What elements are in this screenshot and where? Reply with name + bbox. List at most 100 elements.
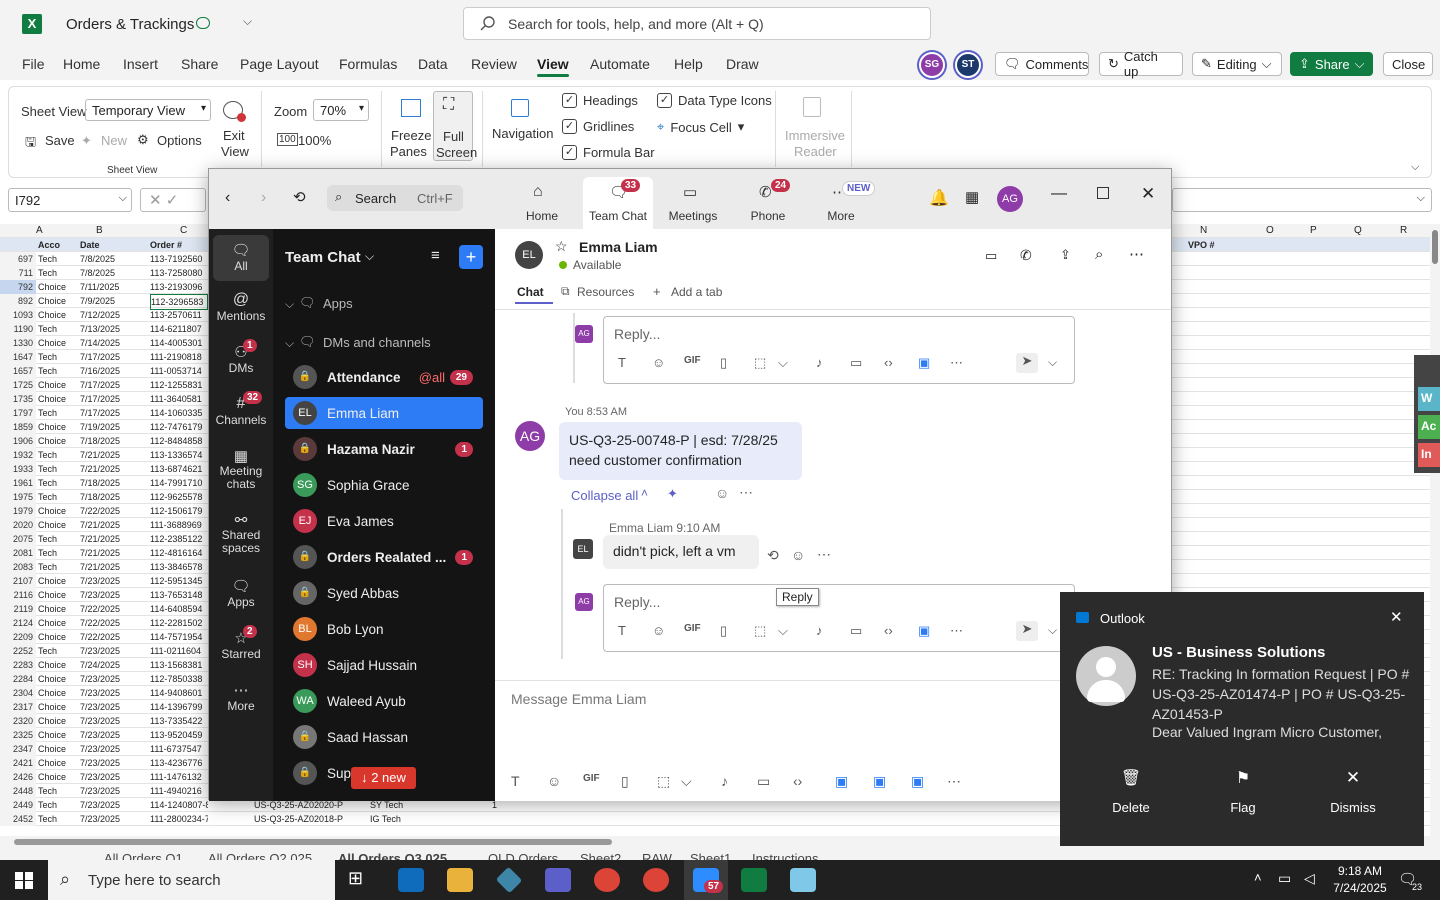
format-icon[interactable]: T [618,623,626,638]
chat-list-item[interactable]: EL Emma Liam [285,397,483,429]
table-cell[interactable]: 112-9625578 [150,490,208,504]
table-cell[interactable]: 7/21/2025 [80,546,146,560]
screen-share-icon[interactable]: ⇪ [1060,247,1071,263]
reply-icon[interactable]: ⟲ [767,547,779,564]
table-cell[interactable]: 113-1568381 [150,658,208,672]
name-box[interactable]: I792 ⌵ [8,188,132,212]
table-cell[interactable]: Choice [38,392,78,406]
table-cell[interactable]: 112-1506179 [150,504,208,518]
table-cell[interactable]: 7/22/2025 [80,616,146,630]
close-button[interactable]: Close [1383,52,1433,76]
bell-icon[interactable]: 🔔 [929,188,949,208]
table-cell[interactable]: 111-0053714 [150,364,208,378]
more-dots-icon[interactable]: ⋯ [1129,245,1144,263]
formula-bar-checkbox[interactable]: ✓ Formula Bar [562,145,655,160]
catch-up-button[interactable]: ↻ Catch up [1099,49,1183,79]
table-cell[interactable]: 7/23/2025 [80,756,146,770]
menu-help[interactable]: Help [674,56,703,72]
exit-view-label[interactable]: Exit [223,128,245,143]
sheet-tab[interactable]: All Orders Q1 [104,851,183,860]
table-cell[interactable]: 7/23/2025 [80,812,146,826]
options-button[interactable]: Options [157,133,202,148]
table-cell[interactable]: 7/23/2025 [80,672,146,686]
send-icon[interactable]: ➤ [1016,621,1038,641]
outlook-app-icon[interactable] [398,868,424,892]
table-cell[interactable]: 113-2193096 [150,280,208,294]
close-icon[interactable]: ✕ [1390,608,1403,626]
table-cell[interactable]: 7/21/2025 [80,532,146,546]
data-type-icons-checkbox[interactable]: ✓ Data Type Icons [657,93,772,108]
flag-button[interactable]: ⚑ Flag [1210,768,1276,815]
column-header[interactable]: P [1310,224,1317,238]
sheet-tab[interactable]: Sheet2 [580,851,621,860]
gif-icon[interactable]: GIF [583,773,600,784]
table-cell[interactable]: Choice [38,686,78,700]
new-messages-pill[interactable]: ↓ 2 new [351,767,416,789]
column-header[interactable]: A [36,224,43,238]
sparkle-icon[interactable]: ✦ [667,486,678,502]
table-cell[interactable]: 7/16/2025 [80,364,146,378]
column-header[interactable]: B [96,224,103,238]
screenshot-icon[interactable]: ⬚ [754,355,766,371]
volume-icon[interactable]: ◁ [1304,870,1315,887]
rail-channels[interactable]: #32 Channels [213,391,269,427]
table-cell[interactable]: 7/23/2025 [80,728,146,742]
more-dots-icon[interactable]: ⋯ [950,623,963,639]
delete-button[interactable]: 🗑 Delete [1098,768,1164,815]
clock-time[interactable]: 9:18 AM [1332,864,1388,878]
chevron-down-icon[interactable]: ⌵ [778,623,788,639]
table-cell[interactable]: Choice [38,602,78,616]
table-cell[interactable]: Choice [38,518,78,532]
network-icon[interactable]: ▭ [1278,870,1291,887]
sheet-tab[interactable]: Sheet1 [690,851,731,860]
table-cell[interactable]: 112-4816164 [150,546,208,560]
table-cell[interactable]: Tech [38,322,78,336]
comments-button[interactable]: 🗨 Comments [995,52,1089,76]
video-clip-icon[interactable]: ▭ [757,773,770,790]
chat-list-item[interactable]: SH Sajjad Hussain [285,649,483,681]
chrome-icon[interactable] [643,868,669,892]
menu-review[interactable]: Review [471,56,517,72]
table-cell[interactable]: 114-4005301 [150,336,208,350]
table-cell[interactable]: Choice [38,308,78,322]
excel-app-icon[interactable] [741,868,767,892]
table-cell[interactable]: 7/23/2025 [80,644,146,658]
windows-start-icon[interactable] [15,872,33,889]
video-call-icon[interactable]: ▭ [985,248,997,264]
rail-all[interactable]: 🗨 All [213,235,269,281]
column-header[interactable]: R [1400,224,1407,238]
headings-checkbox[interactable]: ✓ Headings [562,93,638,108]
zoom-app-button[interactable]: 57 [684,860,728,900]
nav-phone[interactable]: ✆ 24 Phone [733,177,803,229]
menu-view[interactable]: View [537,56,569,77]
table-cell[interactable]: Tech [38,252,78,266]
back-arrow-icon[interactable]: ‹ [225,189,230,207]
sheet-tab[interactable]: Instructions [752,851,818,860]
table-cell[interactable]: 112-8484858 [150,434,208,448]
table-cell[interactable]: 113-3846578 [150,560,208,574]
nav-meetings[interactable]: ▭ Meetings [658,177,728,229]
table-cell[interactable]: 111-2800234-7695430 [150,812,208,826]
table-cell[interactable]: 113-2570611 [150,308,208,322]
code-icon[interactable]: ‹› [884,355,893,370]
menu-share[interactable]: Share [181,56,218,72]
app-icon[interactable]: ▣ [911,773,924,790]
table-cell[interactable]: 7/18/2025 [80,434,146,448]
table-cell[interactable]: 111-0211604 [150,644,208,658]
table-cell[interactable]: Choice [38,280,78,294]
table-cell[interactable]: Tech [38,560,78,574]
table-cell[interactable]: 113-4236776 [150,756,208,770]
avatar[interactable]: SG [919,52,945,78]
table-cell[interactable]: 7/23/2025 [80,770,146,784]
dismiss-button[interactable]: ✕ Dismiss [1320,768,1386,815]
table-cell[interactable]: 7/21/2025 [80,448,146,462]
chat-list-item[interactable]: 🔒 Syed Abbas [285,577,483,609]
table-cell[interactable]: 113-1336574 [150,448,208,462]
table-cell[interactable]: Choice [38,770,78,784]
table-cell[interactable]: 111-4940216 [150,784,208,798]
chat-list-item[interactable]: 🔒 Saad Hassan [285,721,483,753]
minimize-icon[interactable]: — [1051,185,1067,203]
menu-data[interactable]: Data [418,56,448,72]
table-cell[interactable]: 114-6408594 [150,602,208,616]
chevron-down-icon[interactable]: ⌵ [365,249,374,264]
